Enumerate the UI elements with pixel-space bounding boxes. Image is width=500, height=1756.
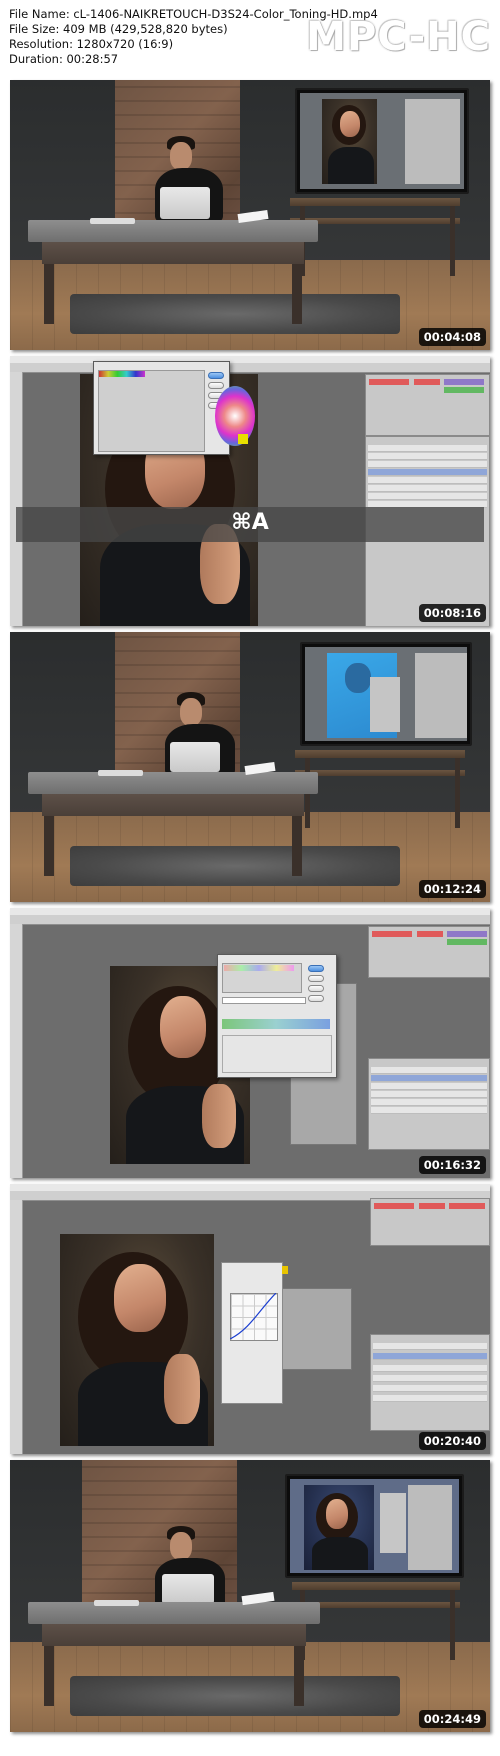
ok-button[interactable]	[308, 965, 324, 972]
thumbnail-6[interactable]: 00:24:49	[10, 1460, 490, 1732]
timestamp: 00:16:32	[418, 1156, 486, 1174]
gradient-editor-dialog[interactable]	[217, 954, 337, 1078]
tv-monitor	[295, 88, 469, 194]
thumbnail-2[interactable]: ⌘A 00:08:16	[10, 356, 490, 626]
keystroke-label: ⌘A	[231, 510, 269, 535]
desk	[28, 1602, 320, 1624]
cancel-button[interactable]	[208, 382, 224, 389]
laptop	[160, 187, 210, 219]
timestamp: 00:08:16	[418, 604, 486, 622]
thumbnail-1[interactable]: 00:04:08	[10, 80, 490, 350]
presenter-head	[180, 698, 202, 726]
duration-label: Duration: 00:28:57	[9, 52, 119, 66]
timestamp: 00:20:40	[418, 1432, 486, 1450]
cancel-button[interactable]	[308, 975, 324, 982]
portrait-photo	[60, 1234, 214, 1446]
curves-panel[interactable]	[221, 1262, 283, 1404]
thumbnail-4[interactable]: 00:16:32	[10, 908, 490, 1178]
timestamp: 00:24:49	[418, 1710, 486, 1728]
keystroke-overlay: ⌘A	[16, 507, 484, 542]
presenter-head	[170, 142, 192, 170]
info-header: File Name: cL-1406-NAIKRETOUCH-D3S24-Col…	[0, 0, 500, 76]
timestamp: 00:04:08	[418, 328, 486, 346]
ok-button[interactable]	[208, 372, 224, 379]
tv-monitor	[285, 1474, 464, 1578]
desk	[28, 772, 318, 794]
save-button[interactable]	[308, 995, 324, 1002]
gradient-dialog[interactable]	[93, 361, 230, 455]
mpc-hc-logo: MPC-HC	[306, 14, 491, 60]
tools-panel	[10, 1200, 23, 1454]
presenter-head	[170, 1532, 192, 1560]
tools-panel	[10, 924, 23, 1178]
laptop	[162, 1574, 214, 1604]
tools-panel	[10, 372, 23, 626]
thumbnail-5[interactable]: 00:20:40	[10, 1184, 490, 1454]
thumbnail-3[interactable]: 00:12:24	[10, 632, 490, 902]
laptop	[170, 742, 220, 772]
tv-monitor	[300, 642, 472, 746]
desk	[28, 220, 318, 242]
file-size-label: File Size: 409 MB (429,528,820 bytes)	[9, 22, 228, 36]
timestamp: 00:12:24	[418, 880, 486, 898]
resolution-label: Resolution: 1280x720 (16:9)	[9, 37, 174, 51]
load-button[interactable]	[308, 985, 324, 992]
